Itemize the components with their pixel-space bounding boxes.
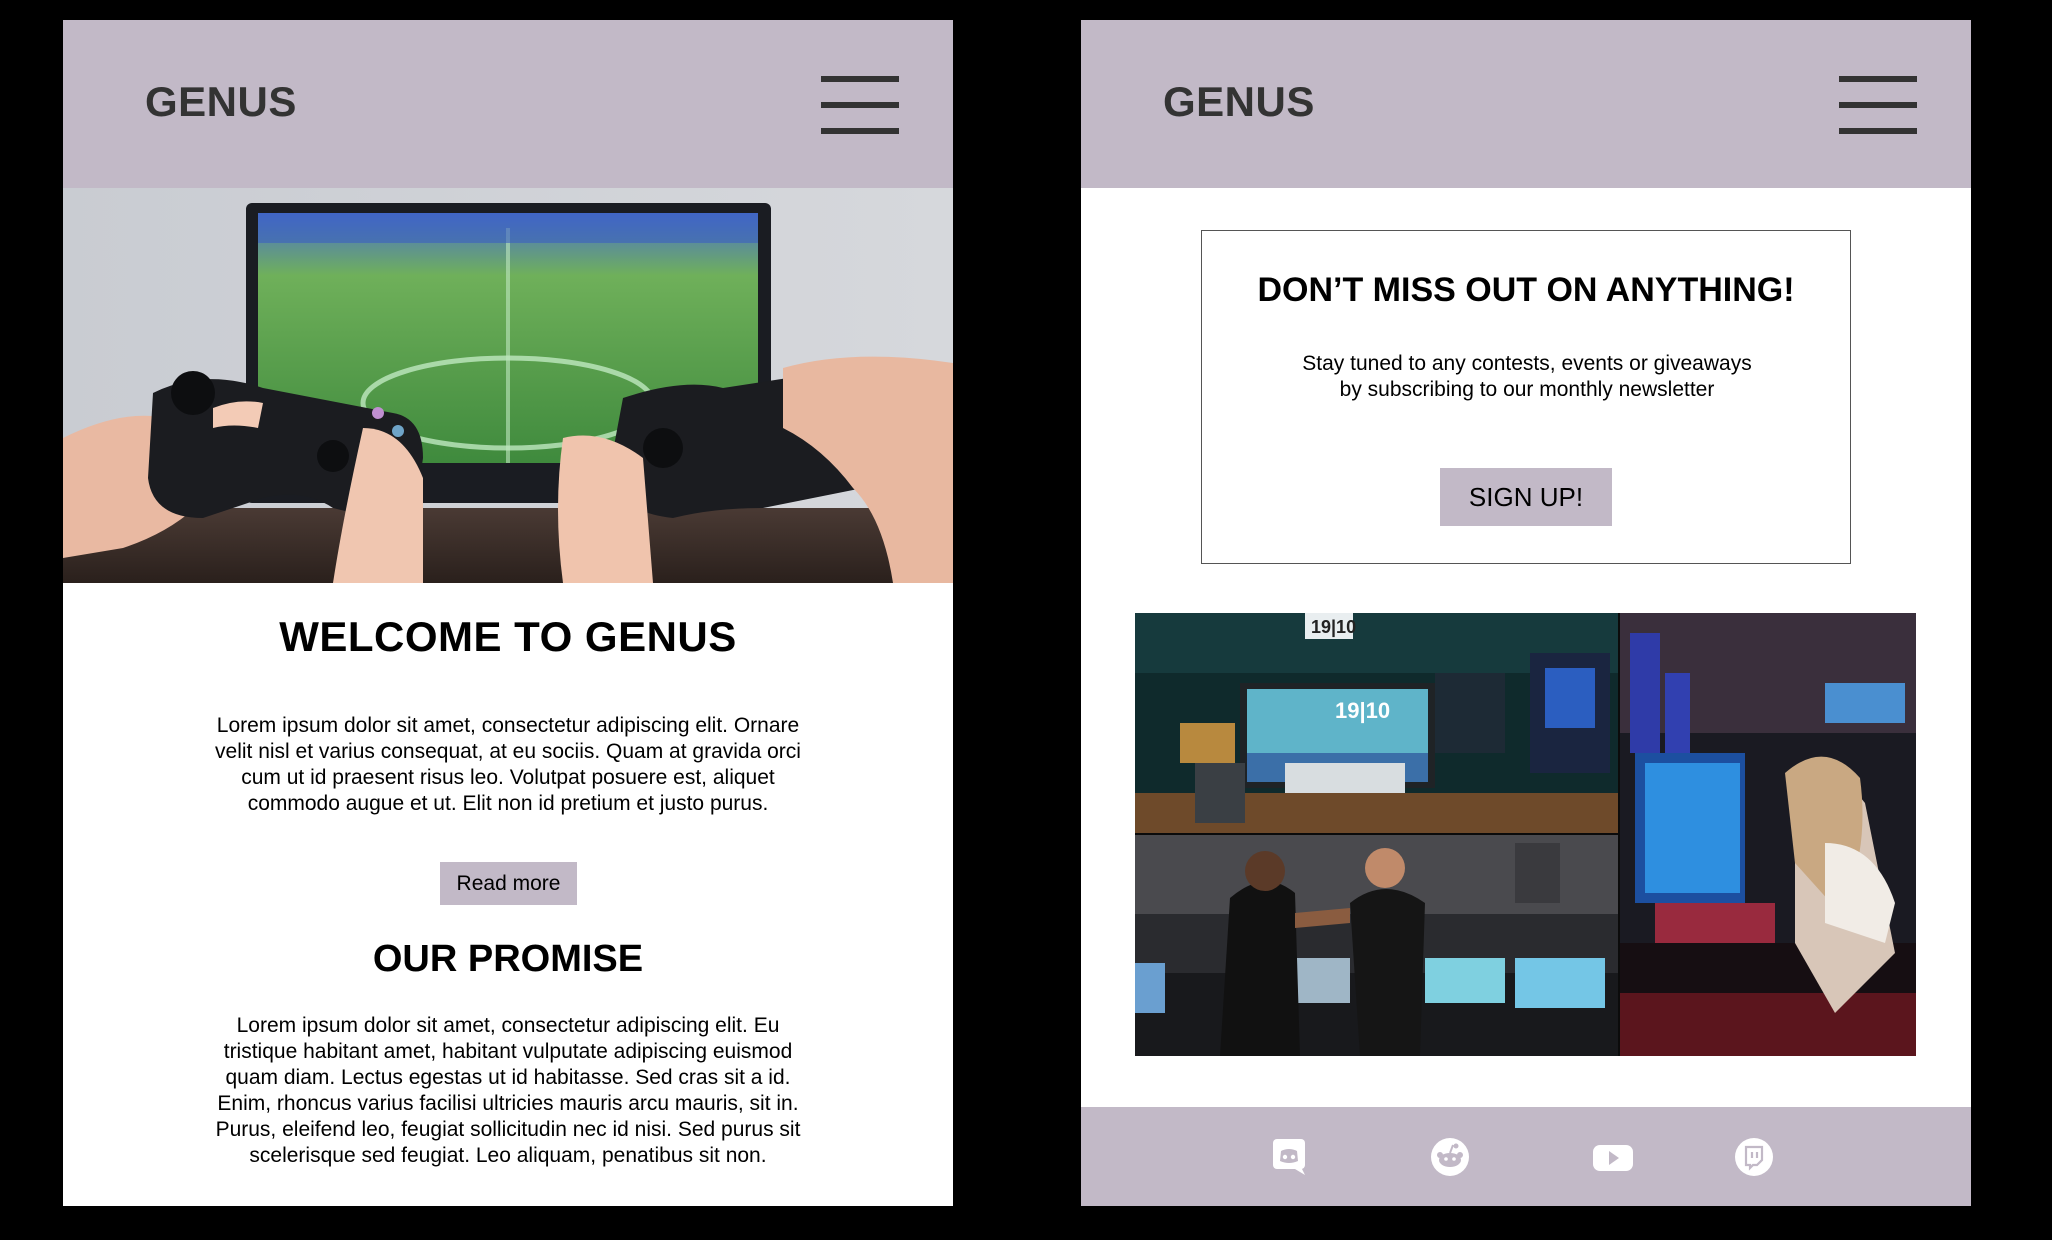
promise-body: Lorem ipsum dolor sit amet, consectetur … (215, 1014, 801, 1167)
youtube-icon[interactable] (1591, 1137, 1635, 1177)
menu-icon[interactable] (821, 76, 899, 134)
clock-display-screen: 19|10 (1335, 698, 1390, 723)
gallery-photo-gamer (1620, 613, 1916, 1056)
read-more-button[interactable]: Read more (440, 862, 577, 905)
header: GENUS (1081, 20, 1971, 188)
promise-title: OUR PROMISE (372, 938, 644, 980)
reddit-icon[interactable] (1430, 1137, 1470, 1177)
gallery-photo-desk: 19|10 19|10 (1135, 613, 1619, 833)
signup-button[interactable]: SIGN UP! (1440, 468, 1612, 526)
home-page-mockup: GENUS WELCOME TO GENUS Lorem ipsum dolor… (63, 20, 953, 1206)
newsletter-box: DON’T MISS OUT ON ANYTHING! Stay tuned t… (1201, 230, 1851, 564)
clock-display-wall: 19|10 (1311, 617, 1356, 637)
footer (1081, 1107, 1971, 1206)
welcome-body: Lorem ipsum dolor sit amet, consectetur … (215, 714, 801, 815)
menu-icon[interactable] (1839, 76, 1917, 134)
newsletter-title: DON’T MISS OUT ON ANYTHING! (1257, 271, 1795, 309)
newsletter-page-mockup: GENUS DON’T MISS OUT ON ANYTHING! Stay t… (1081, 20, 1971, 1206)
hero-image (63, 188, 953, 583)
header: GENUS (63, 20, 953, 188)
gallery-photo-players (1135, 834, 1619, 1056)
photo-gallery: 19|10 19|10 (1135, 613, 1916, 1056)
newsletter-body: Stay tuned to any contests, events or gi… (1302, 352, 1752, 401)
welcome-title: WELCOME TO GENUS (279, 613, 737, 660)
discord-icon[interactable] (1271, 1137, 1311, 1177)
logo[interactable]: GENUS (1163, 78, 1315, 126)
twitch-icon[interactable] (1734, 1137, 1774, 1177)
logo[interactable]: GENUS (145, 78, 297, 126)
